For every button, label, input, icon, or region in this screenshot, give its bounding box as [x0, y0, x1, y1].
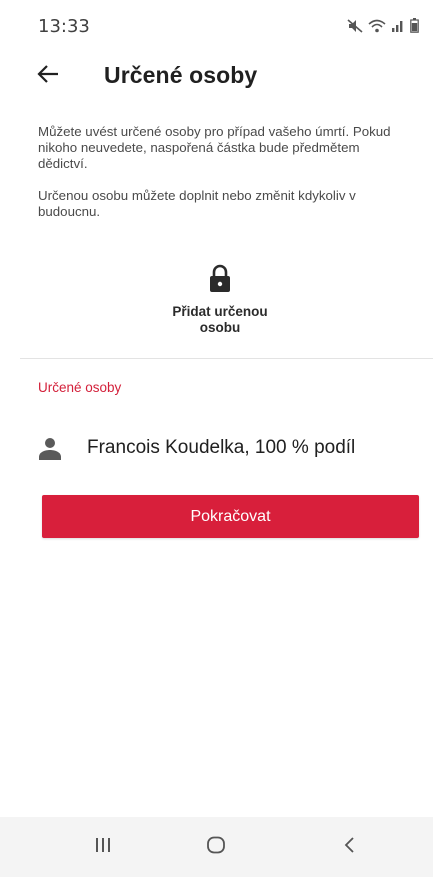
wifi-icon	[368, 19, 386, 38]
home-button[interactable]	[201, 835, 231, 859]
lock-icon	[208, 264, 232, 294]
back-nav-button[interactable]	[334, 835, 364, 859]
person-icon	[38, 436, 62, 460]
status-time: 13:33	[38, 16, 90, 37]
system-nav-bar	[0, 817, 433, 877]
recent-apps-icon	[94, 837, 112, 858]
add-person-label-line-2: osobu	[199, 320, 241, 335]
recent-apps-button[interactable]	[88, 835, 118, 859]
person-name: Francois Koudelka, 100 % podíl	[87, 437, 356, 458]
mute-icon	[347, 18, 363, 38]
status-bar: 13:33	[0, 0, 433, 44]
battery-icon	[410, 18, 419, 38]
arrow-left-icon	[37, 64, 59, 88]
intro-paragraph-2: Určenou osobu můžete doplnit nebo změnit…	[38, 188, 356, 219]
add-person-button[interactable]: Přidat určenou osobu	[150, 264, 290, 336]
back-button[interactable]	[34, 62, 62, 90]
divider	[20, 358, 433, 359]
section-title: Určené osoby	[38, 380, 122, 395]
list-item[interactable]: Francois Koudelka, 100 % podíl	[38, 430, 408, 466]
intro-paragraph-1: Můžete uvést určené osoby pro případ vaš…	[38, 124, 391, 171]
intro-text: Můžete uvést určené osoby pro případ vaš…	[38, 124, 408, 236]
app-header: Určené osoby	[0, 52, 433, 98]
screen: 13:33 Určené osoby Můžete uvést určené o…	[0, 0, 433, 877]
add-person-label-line-1: Přidat určenou	[172, 304, 268, 319]
page-title: Určené osoby	[104, 62, 258, 88]
back-nav-icon	[343, 836, 355, 859]
continue-button[interactable]: Pokračovat	[42, 495, 419, 538]
status-icons	[347, 18, 419, 38]
home-icon	[206, 836, 226, 859]
signal-icon	[391, 19, 405, 38]
